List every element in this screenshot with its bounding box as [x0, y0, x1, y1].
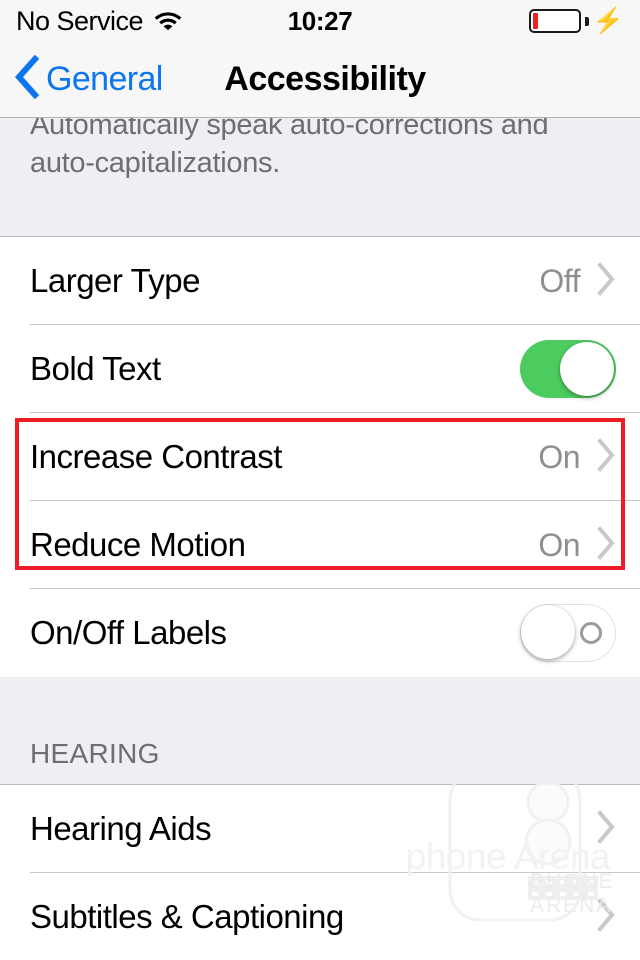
toggle-off-marker-icon	[580, 622, 602, 644]
row-reduce-motion[interactable]: Reduce Motion On	[0, 501, 640, 589]
row-value: On	[538, 438, 580, 475]
row-accessory	[520, 604, 616, 662]
row-label: Reduce Motion	[30, 526, 246, 563]
section-footer-note: Automatically speak auto-corrections and…	[0, 118, 640, 236]
navigation-bar: General Accessibility	[0, 42, 640, 118]
lightning-bolt-icon: ⚡	[592, 6, 624, 35]
row-accessory	[596, 809, 616, 849]
chevron-left-icon	[14, 54, 40, 104]
status-bar-right: ⚡	[528, 6, 624, 35]
row-increase-contrast[interactable]: Increase Contrast On	[0, 413, 640, 501]
toggle-knob	[521, 605, 575, 659]
battery-icon	[528, 9, 581, 33]
row-accessory: On	[538, 525, 616, 565]
row-label: Hearing Aids	[30, 810, 212, 847]
row-subtitles-captioning[interactable]: Subtitles & Captioning	[0, 873, 640, 960]
chevron-right-icon	[596, 897, 616, 937]
row-larger-type[interactable]: Larger Type Off	[0, 237, 640, 325]
hearing-section: Hearing Aids Subtitles & Captioning	[0, 785, 640, 960]
row-label: On/Off Labels	[30, 614, 227, 651]
vision-section: Larger Type Off Bold Text Increase Contr…	[0, 237, 640, 677]
row-label: Larger Type	[30, 262, 201, 299]
chevron-right-icon	[596, 809, 616, 849]
iphone-screen: No Service 10:27 ⚡ General Accessibility…	[0, 0, 640, 960]
toggle-bold-text[interactable]	[520, 340, 616, 398]
battery-cap-icon	[584, 16, 589, 26]
section-header-hearing: HEARING	[0, 677, 640, 785]
row-on-off-labels[interactable]: On/Off Labels	[0, 589, 640, 677]
back-button-label: General	[46, 60, 163, 98]
row-value: On	[538, 526, 580, 563]
row-label: Bold Text	[30, 350, 161, 387]
row-value: Off	[539, 262, 580, 299]
toggle-on-off-labels[interactable]	[520, 604, 616, 662]
battery-fill	[532, 13, 538, 29]
row-label: Increase Contrast	[30, 438, 282, 475]
row-accessory: Off	[539, 261, 616, 301]
row-bold-text[interactable]: Bold Text	[0, 325, 640, 413]
back-button-general[interactable]: General	[0, 54, 163, 104]
section-footer-text: Automatically speak auto-corrections and…	[30, 118, 549, 179]
section-header-label: HEARING	[30, 738, 160, 769]
row-hearing-aids[interactable]: Hearing Aids	[0, 785, 640, 873]
row-accessory	[520, 340, 616, 398]
chevron-right-icon	[596, 437, 616, 477]
chevron-right-icon	[596, 525, 616, 565]
row-label: Subtitles & Captioning	[30, 898, 344, 935]
chevron-right-icon	[596, 261, 616, 301]
toggle-knob	[560, 342, 614, 396]
status-bar: No Service 10:27 ⚡	[0, 0, 640, 42]
row-accessory: On	[538, 437, 616, 477]
row-accessory	[596, 897, 616, 937]
